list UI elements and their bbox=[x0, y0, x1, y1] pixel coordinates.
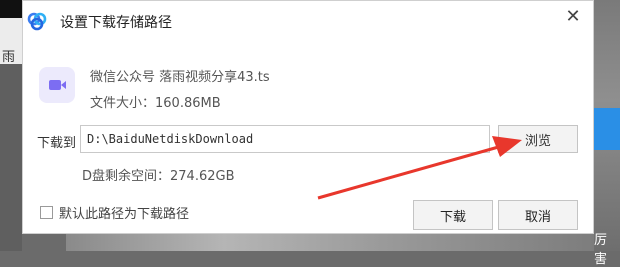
background-right-banner: 厉害 bbox=[594, 108, 620, 267]
download-path-label: 下载到 bbox=[37, 136, 77, 151]
background-bottom-image bbox=[66, 232, 594, 251]
default-path-checkbox[interactable] bbox=[40, 206, 53, 219]
file-name: 微信公众号 落雨视频分享43.ts bbox=[90, 70, 270, 85]
download-path-input[interactable] bbox=[80, 125, 490, 153]
download-path-dialog: 设置下载存储路径 ✕ 微信公众号 落雨视频分享43.ts 文件大小：160.86… bbox=[22, 0, 594, 234]
cancel-button[interactable]: 取消 bbox=[498, 200, 578, 230]
free-space-text: D盘剩余空间：274.62GB bbox=[82, 169, 235, 184]
video-file-icon bbox=[39, 67, 75, 103]
file-size: 文件大小：160.86MB bbox=[90, 96, 221, 111]
dialog-title: 设置下载存储路径 bbox=[60, 15, 172, 31]
background-left-text: 雨 bbox=[2, 50, 16, 65]
download-button[interactable]: 下载 bbox=[413, 200, 493, 230]
dialog-title-bar[interactable]: 设置下载存储路径 ✕ bbox=[23, 1, 593, 41]
background-left-strip: 雨 bbox=[0, 18, 22, 65]
background-left-header bbox=[0, 0, 22, 18]
baidu-netdisk-logo-icon bbox=[27, 12, 47, 31]
default-path-checkbox-label[interactable]: 默认此路径为下载路径 bbox=[59, 203, 189, 222]
close-icon[interactable]: ✕ bbox=[563, 7, 583, 27]
browse-button[interactable]: 浏览 bbox=[498, 125, 578, 153]
background-right-text: 厉害 bbox=[594, 233, 608, 267]
